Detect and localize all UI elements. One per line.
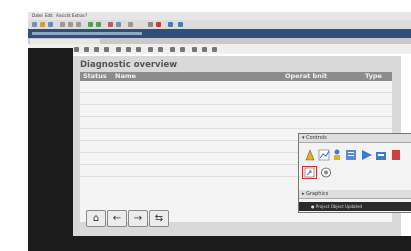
controls-section-header[interactable]: ▾ Controls xyxy=(299,134,411,143)
home-icon: ⌂ xyxy=(92,213,100,224)
rotate-icon[interactable] xyxy=(202,47,207,52)
open-icon[interactable] xyxy=(40,22,45,27)
font-icon[interactable] xyxy=(74,47,79,52)
cut-icon[interactable] xyxy=(60,22,65,27)
status-force-icon xyxy=(362,150,372,160)
align-right-icon[interactable] xyxy=(136,47,141,52)
window-title-text xyxy=(32,32,142,35)
online-icon[interactable] xyxy=(168,22,173,27)
align-left-icon[interactable] xyxy=(116,47,121,52)
page-title: Diagnostic overview xyxy=(80,60,178,70)
menu-item-edit[interactable]: Edit xyxy=(45,13,53,18)
back-button[interactable]: ← xyxy=(107,210,127,227)
column-header-operating-unit: Operat bnit xyxy=(285,72,328,80)
diagnostics-icon: ⇆ xyxy=(154,213,164,224)
menu-item-file[interactable]: Datei xyxy=(32,13,43,18)
user-view-icon xyxy=(334,149,340,160)
bold-icon[interactable] xyxy=(84,47,89,52)
table-row[interactable] xyxy=(80,116,392,117)
collapse-icon: ▾ xyxy=(302,135,305,141)
column-header-name: Name xyxy=(115,72,137,80)
diagnostics-button[interactable]: ⇆ xyxy=(149,210,169,227)
arrow-right-icon: → xyxy=(133,213,143,224)
copy-icon[interactable] xyxy=(68,22,73,27)
trend-view-icon xyxy=(318,149,330,161)
controls-icon-row xyxy=(305,149,400,161)
download-icon[interactable] xyxy=(116,22,121,27)
column-header-status: Status xyxy=(83,72,107,80)
zoom-icon[interactable] xyxy=(128,22,133,27)
menu-bar: Datei Edit Ansicht Extras ? xyxy=(28,12,411,20)
project-tree-panel xyxy=(28,48,73,251)
title-bar xyxy=(28,29,411,38)
recipe-view-icon xyxy=(346,150,356,160)
undo-icon[interactable] xyxy=(88,22,93,27)
screen-editor-toolbar xyxy=(28,44,411,54)
save-icon[interactable] xyxy=(48,22,53,27)
flip-icon[interactable] xyxy=(212,47,217,52)
layer-icon[interactable] xyxy=(170,47,175,52)
table-row[interactable] xyxy=(80,92,392,93)
standard-toolbar xyxy=(28,20,411,29)
compile-icon[interactable] xyxy=(108,22,113,27)
arrow-left-icon: ← xyxy=(112,213,122,224)
simulate-icon[interactable] xyxy=(148,22,153,27)
camera-control-icon xyxy=(321,167,331,178)
fill-color-icon[interactable] xyxy=(158,47,163,52)
alarm-view-icon xyxy=(305,149,315,161)
controls-section-label: Controls xyxy=(306,135,327,141)
menu-item-view[interactable]: Ansicht xyxy=(56,13,71,18)
paste-icon[interactable] xyxy=(76,22,81,27)
inspector-panel xyxy=(28,236,411,251)
align-center-icon[interactable] xyxy=(126,47,131,52)
italic-icon[interactable] xyxy=(94,47,99,52)
graphics-section-header[interactable]: ▸ Graphics xyxy=(299,190,411,199)
line-color-icon[interactable] xyxy=(148,47,153,52)
column-header-type: Type xyxy=(365,72,382,80)
sysdiag-view-icon xyxy=(376,152,386,160)
redo-icon[interactable] xyxy=(96,22,101,27)
menu-item-tools[interactable]: Extras xyxy=(72,13,85,18)
menu-item-help[interactable]: ? xyxy=(85,13,87,18)
expand-icon: ▸ xyxy=(302,191,305,197)
status-info-bar: ● Project Object Updated xyxy=(299,202,411,211)
arrange-icon[interactable] xyxy=(192,47,197,52)
home-button[interactable]: ⌂ xyxy=(86,210,106,227)
offline-icon[interactable] xyxy=(178,22,183,27)
stop-icon[interactable] xyxy=(156,22,161,27)
forward-button[interactable]: → xyxy=(128,210,148,227)
new-icon[interactable] xyxy=(32,22,37,27)
status-info-text: Project Object Updated xyxy=(315,204,363,209)
group-icon[interactable] xyxy=(180,47,185,52)
table-header: Status Name Operat bnit Type xyxy=(80,72,392,81)
graphics-section-label: Graphics xyxy=(306,191,329,197)
info-icon: ● xyxy=(311,204,315,209)
toolbox-panel: ▾ Controls ▸ Graphics ● Project Object U… xyxy=(298,133,411,213)
selected-tool-highlight xyxy=(302,166,317,179)
more-icon xyxy=(392,150,400,160)
underline-icon[interactable] xyxy=(104,47,109,52)
table-row[interactable] xyxy=(80,104,392,105)
table-row[interactable] xyxy=(80,128,392,129)
